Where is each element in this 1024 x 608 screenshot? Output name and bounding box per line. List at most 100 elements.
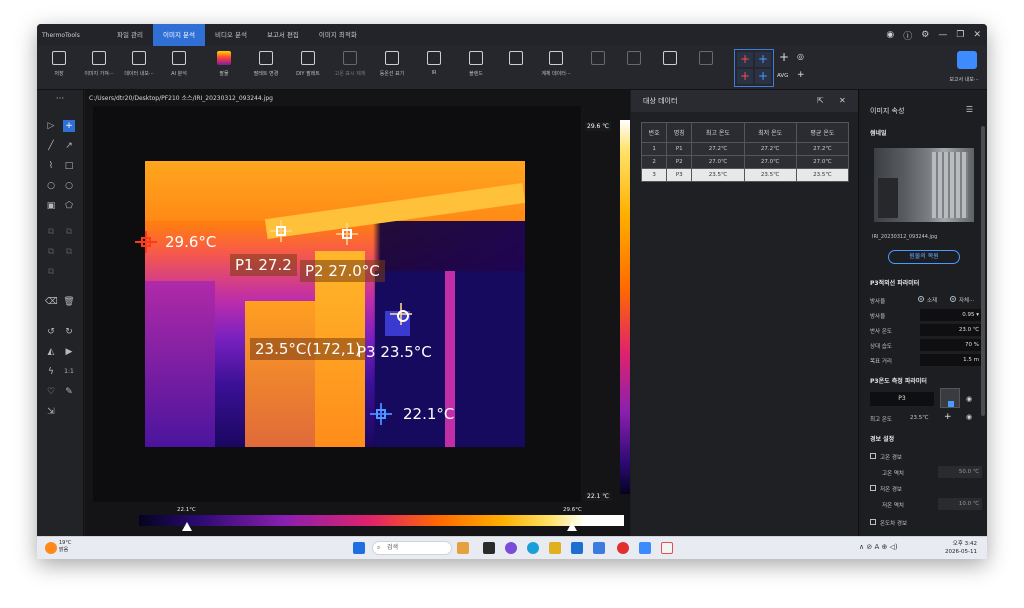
duplicate-icon[interactable]: ⧉ (45, 246, 57, 258)
collapse-icon[interactable]: ☰ (966, 105, 973, 114)
add-point-icon[interactable]: + (797, 70, 805, 80)
ellipse-tool-icon[interactable]: ○ (63, 180, 75, 192)
more-icon[interactable]: ··· (54, 93, 66, 105)
radio-material[interactable] (918, 296, 924, 302)
position-grid-icon[interactable] (940, 388, 960, 408)
high-thresh-input[interactable]: 50.0 ℃ (938, 466, 982, 478)
diff-alarm-checkbox[interactable] (870, 519, 876, 525)
weather-widget[interactable]: 19°C 맑음 (59, 540, 71, 554)
copilot-icon[interactable] (505, 542, 517, 554)
p3-marker[interactable] (390, 303, 416, 329)
eraser-icon[interactable]: ⌫ (45, 296, 58, 308)
store-icon[interactable] (571, 542, 583, 554)
clock[interactable]: 오후 3:42 2026-05-11 (945, 540, 977, 556)
thermotools-taskbar-icon[interactable] (639, 542, 651, 554)
menu-report-edit[interactable]: 보고서 편집 (257, 24, 309, 46)
visibility-icon[interactable]: ◉ (966, 395, 972, 403)
target-icon[interactable]: ◎ (797, 52, 804, 61)
explorer-icon[interactable] (549, 542, 561, 554)
image-canvas[interactable]: 29.6°C P1 27.2 P2 27.0°C 23.5°C(172,1) P… (93, 106, 581, 502)
pointer-icon[interactable]: ▷ (45, 120, 57, 132)
p2-marker[interactable] (336, 223, 358, 245)
panel-close-icon[interactable]: ✕ (839, 96, 846, 105)
gear-icon[interactable]: ⚙ (921, 30, 929, 40)
p3-name-input[interactable]: P3 (870, 392, 934, 406)
app-icon-9[interactable] (661, 542, 673, 554)
task-view-icon[interactable] (483, 542, 495, 554)
table-row-selected[interactable]: 3 P3 23.5℃ 23.5℃ 23.5℃ (640, 168, 850, 182)
flip-v-icon[interactable]: ▶ (63, 346, 75, 358)
trash-icon[interactable]: 🗑 (63, 296, 75, 308)
crosshair-blue-icon[interactable]: + (755, 52, 771, 67)
menu-file[interactable]: 파일 관리 (107, 24, 153, 46)
polygon-tool-icon[interactable]: ⬠ (63, 200, 75, 212)
menu-image-analysis[interactable]: 이미지 분석 (153, 24, 205, 46)
low-thresh-input[interactable]: 10.0 ℃ (938, 498, 982, 510)
distance-input[interactable]: 1.5 m (920, 354, 982, 366)
point-tool-icon[interactable]: + (63, 120, 75, 132)
restore-original-button[interactable]: 원물의 복원 (888, 250, 960, 264)
hot-spot-marker[interactable] (135, 231, 157, 253)
col-avg-temp[interactable]: 평균 온도 (795, 122, 850, 143)
arrow-tool-icon[interactable]: ↗ (63, 140, 75, 152)
layer-order-icon[interactable]: ⧉ (45, 266, 57, 278)
table-row[interactable]: 1 P1 27.2℃ 27.2℃ 27.2℃ (640, 142, 850, 156)
menu-image-optimize[interactable]: 이미지 최적화 (309, 24, 367, 46)
low-alarm-checkbox[interactable] (870, 485, 876, 491)
widgets-icon[interactable] (457, 542, 469, 554)
report-export-button[interactable] (957, 51, 977, 69)
heart-icon[interactable]: ♡ (45, 386, 57, 398)
col-name[interactable]: 명칭 (666, 122, 693, 143)
line-tool-icon[interactable]: ╱ (45, 140, 57, 152)
paste-icon[interactable]: ⧉ (63, 226, 75, 238)
radio-custom[interactable] (950, 296, 956, 302)
crosshair-small-icon[interactable]: + (944, 412, 952, 422)
crosshair-plain-icon[interactable]: + (779, 50, 789, 64)
export-small-icon[interactable]: ⇲ (45, 406, 57, 418)
col-max-temp[interactable]: 최고 온도 (691, 122, 745, 143)
col-min-temp[interactable]: 최저 온도 (743, 122, 797, 143)
avg-label[interactable]: AVG (777, 73, 788, 79)
region-tool-icon[interactable]: ▣ (45, 200, 57, 212)
reflected-temp-input[interactable]: 23.0 ℃ (920, 324, 982, 336)
app-icon-7[interactable] (617, 542, 629, 554)
frame-button[interactable] (681, 51, 731, 65)
user-icon[interactable]: ◉ (886, 30, 894, 40)
polyline-tool-icon[interactable]: ⌇ (45, 160, 57, 172)
weather-icon[interactable] (45, 542, 57, 554)
properties-scrollbar[interactable] (981, 126, 985, 416)
copy-icon[interactable]: ⧉ (45, 226, 57, 238)
table-row[interactable]: 2 P2 27.0℃ 27.0℃ 27.0℃ (640, 155, 850, 169)
close-icon[interactable]: ✕ (973, 30, 981, 40)
visibility-2-icon[interactable]: ◉ (966, 413, 972, 421)
restore-icon[interactable]: ❐ (956, 30, 964, 40)
flash-icon[interactable]: ϟ (45, 366, 57, 378)
popout-icon[interactable]: ⇱ (817, 96, 824, 105)
crosshair-red-2-icon[interactable]: + (737, 69, 753, 84)
menu-video-analysis[interactable]: 비디오 분석 (205, 24, 257, 46)
tray-icons[interactable]: ∧ ⊘ A ⊕ ◁) (859, 543, 898, 551)
minimize-icon[interactable]: — (938, 30, 947, 40)
range-max-handle[interactable] (567, 522, 577, 531)
rotate-right-icon[interactable]: ↻ (63, 326, 75, 338)
cold-spot-marker[interactable] (370, 403, 392, 425)
edge-icon[interactable] (527, 542, 539, 554)
app-icon-6[interactable] (593, 542, 605, 554)
circle-tool-icon[interactable]: ○ (45, 180, 57, 192)
emissivity-select[interactable]: 0.95 ▾ (920, 309, 982, 321)
start-icon[interactable] (353, 542, 365, 554)
crosshair-blue-2-icon[interactable]: + (755, 69, 771, 84)
thermal-image[interactable] (145, 161, 525, 447)
range-min-handle[interactable] (182, 522, 192, 531)
rotate-left-icon[interactable]: ↺ (45, 326, 57, 338)
flip-h-icon[interactable]: ◭ (45, 346, 57, 358)
palette-range-bar[interactable] (139, 515, 624, 526)
humidity-input[interactable]: 70 % (920, 339, 982, 351)
crosshair-red-icon[interactable]: + (737, 52, 753, 67)
p1-marker[interactable] (270, 220, 292, 242)
ai-analysis-button[interactable]: AI 분석 (154, 51, 204, 77)
pen-icon[interactable]: ✎ (63, 386, 75, 398)
help-icon[interactable]: ⓘ (903, 29, 912, 42)
high-alarm-checkbox[interactable] (870, 453, 876, 459)
zoom-1to1-icon[interactable]: 1:1 (63, 366, 75, 378)
